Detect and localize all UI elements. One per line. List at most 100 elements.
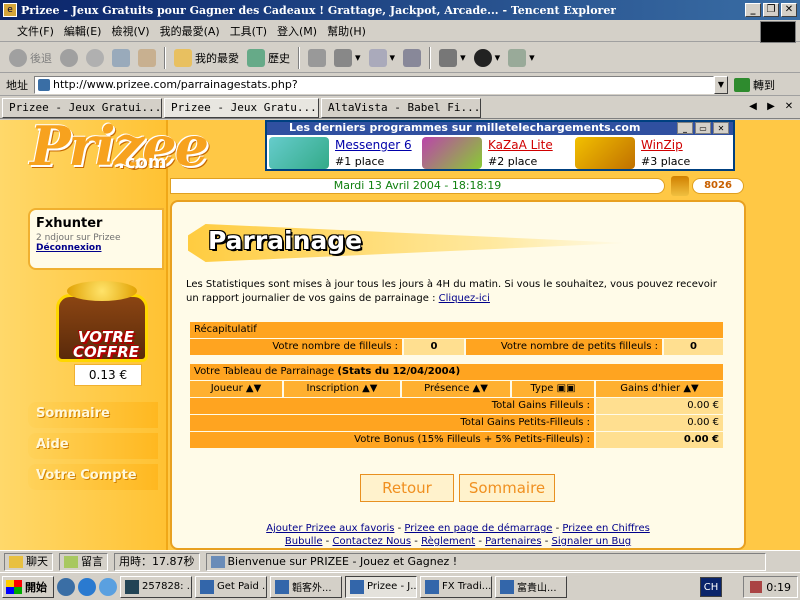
close-button[interactable]: ✕ (781, 3, 797, 17)
forward-arrow-icon (60, 48, 78, 67)
col-presence[interactable]: Présence ▲▼ (402, 381, 510, 397)
address-input[interactable]: http://www.prizee.com/parrainagestats.ph… (34, 75, 714, 94)
promo-item-name[interactable]: Messenger 6 (335, 138, 412, 152)
recap-header-row: Récapitulatif (190, 322, 723, 338)
maximize-button[interactable]: ❐ (763, 3, 779, 17)
nav-aide[interactable]: Aide (28, 433, 158, 459)
footer-link-bubulle[interactable]: Bubulle (285, 536, 323, 547)
tab-prizee-2[interactable]: Prizee - Jeux Gratu... (164, 98, 319, 118)
task-fx[interactable]: FX Tradi... (420, 575, 492, 598)
toolbar-separator (164, 46, 166, 69)
tools-button[interactable]: ▾ (436, 46, 469, 70)
footer-link-chiffres[interactable]: Prizee en Chiffres (562, 523, 649, 534)
task-getpaid[interactable]: Get Paid ... (195, 575, 267, 598)
task-fugui[interactable]: 富貴山... (495, 575, 567, 598)
promo-restore-icon[interactable]: ▭ (695, 122, 711, 134)
address-label: 地址 (6, 78, 28, 92)
menu-help[interactable]: 幫助(H) (322, 23, 371, 39)
plugin-button[interactable]: ▾ (505, 46, 538, 70)
col-gains[interactable]: Gains d'hier ▲▼ (596, 381, 723, 397)
task-taoke[interactable]: 韜客外... (270, 575, 342, 598)
window-icon (368, 48, 387, 67)
taskbar: 開始 257828: ... Get Paid ... 韜客外... Prize… (0, 572, 800, 600)
promo-minimize-icon[interactable]: _ (677, 122, 693, 134)
quicklaunch-desktop-icon[interactable] (99, 577, 117, 596)
task-257828[interactable]: 257828: ... (120, 575, 192, 598)
menu-tools[interactable]: 工具(T) (225, 23, 272, 39)
language-indicator[interactable]: CH (700, 577, 722, 597)
retour-button[interactable]: Retour (360, 474, 454, 502)
back-button[interactable]: 後退 (6, 46, 55, 70)
col-type[interactable]: Type ▣▣ (512, 381, 594, 397)
window-button[interactable]: ▾ (366, 46, 399, 70)
print-button[interactable] (305, 46, 329, 70)
footer-link-contact[interactable]: Contactez Nous (332, 536, 411, 547)
promo-item-messenger[interactable]: Messenger 6 #1 place (269, 137, 419, 169)
nav-sommaire[interactable]: Sommaire (28, 402, 158, 428)
chat-button[interactable]: 聊天 (4, 552, 53, 571)
promo-item-name[interactable]: WinZip (641, 138, 683, 152)
tab-prev-icon[interactable]: ◀ (746, 100, 760, 114)
tableau-title-row: Votre Tableau de Parrainage (Stats du 12… (190, 364, 723, 380)
history-button[interactable]: 歷史 (244, 46, 293, 70)
footer-link-demarrage[interactable]: Prizee en page de démarrage (404, 523, 552, 534)
promo-close-icon[interactable]: ✕ (713, 122, 729, 134)
tab-altavista[interactable]: AltaVista - Babel Fi... (321, 98, 481, 118)
browser-icon (200, 579, 214, 594)
sommaire-button[interactable]: Sommaire (459, 474, 555, 502)
font-icon (334, 48, 352, 67)
message-button[interactable]: 留言 (59, 552, 108, 571)
filleuls-value: 0 (404, 339, 464, 355)
address-dropdown-button[interactable]: ▼ (714, 75, 728, 94)
quicklaunch-media-icon[interactable] (57, 577, 75, 596)
refresh-button[interactable] (109, 46, 133, 70)
font-button[interactable]: ▾ (331, 46, 364, 70)
forward-button[interactable] (57, 46, 81, 70)
footer-link-favoris[interactable]: Ajouter Prizee aux favoris (266, 523, 394, 534)
favorites-button[interactable]: 我的最愛 (171, 46, 242, 70)
browser-icon: e (3, 3, 17, 17)
clock[interactable]: 0:19 (766, 581, 791, 594)
tab-next-icon[interactable]: ▶ (764, 100, 778, 114)
nav-votre-compte[interactable]: Votre Compte (28, 464, 158, 490)
promo-item-winzip[interactable]: WinZip #3 place (575, 137, 725, 169)
windows-logo-icon (6, 579, 22, 594)
tab-close-icon[interactable]: ✕ (782, 100, 796, 114)
go-button[interactable]: 轉到 (734, 77, 775, 93)
footer-link-partenaires[interactable]: Partenaires (485, 536, 541, 547)
window-title-bar: e Prizee - Jeux Gratuits pour Gagner des… (0, 0, 800, 20)
col-joueur[interactable]: Joueur ▲▼ (190, 381, 282, 397)
footer-link-reglement[interactable]: Règlement (421, 536, 475, 547)
start-button[interactable]: 開始 (2, 575, 54, 598)
footer-link-bug[interactable]: Signaler un Bug (552, 536, 632, 547)
menu-file[interactable]: 文件(F) (12, 23, 59, 39)
menu-login[interactable]: 登入(M) (272, 23, 322, 39)
page-title: Parrainage (208, 226, 363, 255)
speaker-icon[interactable] (750, 581, 763, 593)
menu-favorites[interactable]: 我的最愛(A) (155, 23, 225, 39)
minimize-button[interactable]: _ (745, 3, 761, 17)
stop-button[interactable] (83, 46, 107, 70)
task-prizee[interactable]: Prizee - J... (345, 575, 417, 598)
report-link[interactable]: Cliquez-ici (439, 293, 490, 304)
back-arrow-icon (9, 48, 27, 67)
col-inscription[interactable]: Inscription ▲▼ (284, 381, 400, 397)
promo-item-name[interactable]: KaZaA Lite (488, 138, 553, 152)
quicklaunch-ie-icon[interactable] (78, 577, 96, 596)
home-icon (138, 48, 156, 67)
total-value: 0.00 € (596, 415, 723, 431)
user-rank: 2 ndjour sur Prizee (36, 233, 121, 243)
promo-box: Les derniers programmes sur milletelecha… (265, 120, 735, 171)
logout-link[interactable]: Déconnexion (36, 243, 156, 253)
promo-item-kazaa[interactable]: KaZaA Lite #2 place (422, 137, 572, 169)
tab-prizee-1[interactable]: Prizee - Jeux Gratui... (2, 98, 162, 118)
menu-edit[interactable]: 編輯(E) (59, 23, 107, 39)
menu-view[interactable]: 檢視(V) (106, 23, 154, 39)
qq-button[interactable]: ▾ (471, 46, 504, 70)
address-bar: 地址 http://www.prizee.com/parrainagestats… (0, 74, 800, 96)
home-button[interactable] (135, 46, 159, 70)
fullscreen-button[interactable] (400, 46, 424, 70)
status-bar: 聊天 留言 用時：17.87秒 Bienvenue sur PRIZEE - J… (0, 550, 800, 572)
load-time: 用時：17.87秒 (114, 552, 200, 571)
coffre-title[interactable]: VOTRE COFFRE (60, 330, 152, 360)
